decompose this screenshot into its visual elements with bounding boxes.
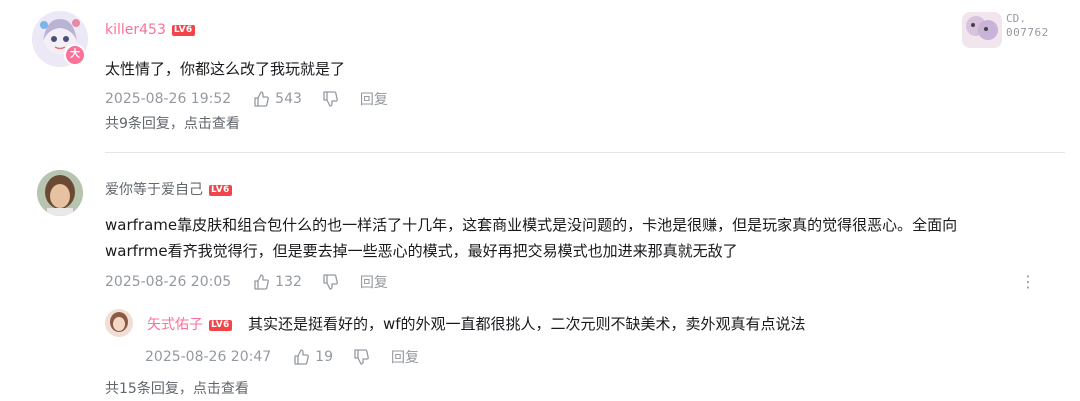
thumbs-down-icon xyxy=(323,274,338,290)
fan-badge[interactable]: CD. 007762 xyxy=(962,10,1062,48)
fan-badge-avatar-icon xyxy=(962,12,1002,48)
view-replies-link[interactable]: 共15条回复，点击查看 xyxy=(105,378,249,398)
like-button[interactable]: 19 xyxy=(293,349,333,365)
comment-timestamp: 2025-08-26 20:05 xyxy=(105,274,232,290)
level-badge: LV6 xyxy=(209,184,232,196)
vip-badge-icon: 大 xyxy=(64,44,86,66)
level-badge: LV6 xyxy=(171,24,195,36)
thumbs-up-icon xyxy=(294,349,310,365)
sub-reply-timestamp: 2025-08-26 20:47 xyxy=(145,349,272,365)
like-button[interactable]: 543 xyxy=(253,91,302,107)
comment-actions: 2025-08-26 20:05 132 回复 xyxy=(105,272,388,292)
level-badge: LV6 xyxy=(209,319,232,331)
divider xyxy=(105,152,1065,153)
fan-badge-number: 007762 xyxy=(1006,26,1049,39)
sub-reply-actions: 2025-08-26 20:47 19 回复 xyxy=(145,347,419,367)
avatar[interactable] xyxy=(37,170,83,216)
comment-header: killer453 LV6 xyxy=(105,22,195,38)
dislike-button[interactable] xyxy=(322,91,338,107)
dislike-button[interactable] xyxy=(353,349,369,365)
sub-reply-content: 其实还是挺看好的，wf的外观一直都很挑人，二次元则不缺美术，卖外观真有点说法 xyxy=(248,315,806,333)
reply-button[interactable]: 回复 xyxy=(360,89,388,109)
comment-actions: 2025-08-26 19:52 543 回复 xyxy=(105,89,388,109)
avatar[interactable] xyxy=(105,309,133,337)
like-button[interactable]: 132 xyxy=(253,274,302,290)
reply-button[interactable]: 回复 xyxy=(360,272,388,292)
username[interactable]: killer453 xyxy=(105,22,166,38)
thumbs-up-icon xyxy=(254,274,270,290)
reply-button[interactable]: 回复 xyxy=(391,347,419,367)
username[interactable]: 爱你等于爱自己 xyxy=(105,182,203,198)
thumbs-up-icon xyxy=(254,91,270,107)
username[interactable]: 矢式佑子 xyxy=(147,317,203,333)
more-options-icon[interactable]: ⋮ xyxy=(1020,274,1036,290)
like-count: 132 xyxy=(275,274,302,290)
like-count: 543 xyxy=(275,91,302,107)
dislike-button[interactable] xyxy=(322,274,338,290)
view-replies-link[interactable]: 共9条回复，点击查看 xyxy=(105,113,240,133)
fan-badge-code: CD. xyxy=(1006,12,1026,25)
sub-reply-header: 矢式佑子 LV6 xyxy=(147,314,232,334)
comment-content: 太性情了，你都这么改了我玩就是了 xyxy=(105,60,346,78)
comment-header: 爱你等于爱自己 LV6 xyxy=(105,179,232,199)
comment-content-line: warfrme看齐我觉得行，但是要去掉一些恶心的模式，最好再把交易模式也加进来那… xyxy=(105,242,738,260)
like-count: 19 xyxy=(315,349,333,365)
comment-timestamp: 2025-08-26 19:52 xyxy=(105,91,232,107)
thumbs-down-icon xyxy=(354,349,369,365)
thumbs-down-icon xyxy=(323,91,338,107)
comment-content-line: warframe靠皮肤和组合包什么的也一样活了十几年，这套商业模式是没问题的，卡… xyxy=(105,216,958,234)
